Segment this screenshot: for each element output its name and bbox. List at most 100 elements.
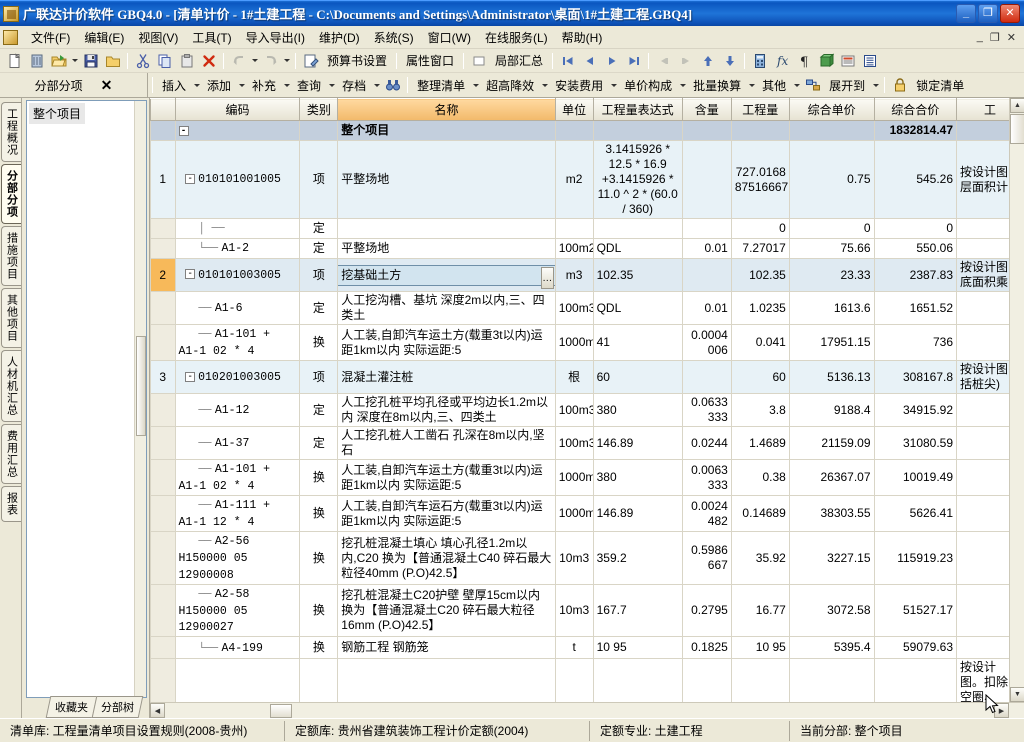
last-record-icon[interactable]	[623, 50, 644, 71]
table-row[interactable]: └── A4-199 换 钢筋工程 钢筋笼 t 10 95 0.1825 10 …	[150, 636, 1024, 660]
table-row[interactable]: 按设计图。扣除空圈、柱、梁及凹暖气积。不扣头、垫木、木砖、加固钢筋	[150, 658, 1024, 702]
installation-fee-dropdown-icon[interactable]	[609, 75, 618, 95]
project-tree[interactable]: 整个项目	[26, 100, 147, 698]
col-total-price[interactable]: 综合合价	[873, 98, 958, 121]
cell-name[interactable]: 平整场地	[337, 140, 556, 219]
next-record-icon[interactable]	[601, 50, 622, 71]
undo-icon[interactable]	[228, 50, 249, 71]
cell-name[interactable]: 挖孔桩混凝土C20护壁 壁厚15cm以内 换为【普通混凝土C20 碎石最大粒径1…	[337, 583, 556, 638]
prev-record-icon[interactable]	[579, 50, 600, 71]
add-button[interactable]: 添加	[202, 75, 236, 95]
tree-root-item[interactable]: 整个项目	[29, 103, 86, 124]
sidebar-item-measures[interactable]: 措施项目	[1, 226, 21, 286]
cell-name[interactable]: 人工挖沟槽、基坑 深度2m以内,三、四类土	[337, 291, 556, 325]
cell-name[interactable]: 人工装,自卸汽车运土方(载重3t以内)运距1km以内 实际运距:5	[337, 459, 556, 497]
delete-x-icon[interactable]	[198, 50, 219, 71]
cell-name[interactable]: 人工装,自卸汽车运土方(载重3t以内)运距1km以内 实际运距:5	[337, 323, 556, 362]
restore-button[interactable]: ❐	[978, 4, 998, 23]
sidebar-item-resources-summary[interactable]: 人材机汇总	[1, 350, 21, 422]
redo-icon[interactable]	[260, 50, 281, 71]
cell-code[interactable]: ── A1-37	[174, 426, 301, 461]
cell-expr[interactable]	[592, 218, 683, 239]
supplement-dropdown-icon[interactable]	[282, 75, 291, 95]
left-panel-scrollbar[interactable]	[134, 101, 146, 697]
cell-code[interactable]	[174, 658, 301, 702]
menu-tools[interactable]: 工具(T)	[185, 26, 238, 49]
menu-window[interactable]: 窗口(W)	[421, 26, 478, 49]
partial-summary-button[interactable]: 局部汇总	[490, 51, 548, 71]
other-button[interactable]: 其他	[757, 75, 791, 95]
cell-code[interactable]: -010201003005	[174, 360, 301, 395]
col-rowno[interactable]	[150, 98, 176, 121]
copy-icon[interactable]	[154, 50, 175, 71]
cell-code[interactable]: └── A4-199	[174, 636, 301, 660]
undo-dropdown-icon[interactable]	[250, 51, 259, 71]
cell-expr[interactable]: 146.89	[592, 495, 683, 533]
table-row[interactable]: - 整个项目 1832814.47	[150, 120, 1024, 141]
cell-code[interactable]: ── A1-101 + A1-1 02 * 4	[174, 323, 301, 362]
expand-to-button[interactable]: 展开到	[824, 75, 870, 95]
scroll-right-icon[interactable]: ▶	[994, 703, 1009, 718]
formula-icon[interactable]: fx	[771, 50, 792, 71]
sidebar-item-fee-summary[interactable]: 费用汇总	[1, 424, 21, 484]
indent-left-icon[interactable]	[653, 50, 674, 71]
indent-right-icon[interactable]	[675, 50, 696, 71]
cell-expr[interactable]	[592, 658, 683, 702]
cell-expr[interactable]: 3.1415926 * 12.5 * 16.9 +3.1415926 * 11.…	[592, 140, 683, 219]
mdi-restore-button[interactable]: ❐	[990, 31, 1000, 44]
cell-name[interactable]: 人工挖孔桩平均孔径或平均边长1.2m以内 深度在8m以内,三、四类土	[337, 393, 556, 428]
budget-settings-button[interactable]: 预算书设置	[322, 51, 392, 71]
budget-settings-icon[interactable]	[300, 50, 321, 71]
batch-convert-dropdown-icon[interactable]	[747, 75, 756, 95]
cell-name[interactable]: 平整场地	[337, 238, 556, 259]
col-code[interactable]: 编码	[174, 98, 301, 121]
cell-code[interactable]: │ ──	[174, 218, 301, 239]
col-name[interactable]: 名称	[337, 98, 556, 121]
cell-expr[interactable]: 146.89	[592, 426, 683, 461]
menu-help[interactable]: 帮助(H)	[555, 26, 610, 49]
menu-online-service[interactable]: 在线服务(L)	[478, 26, 555, 49]
cell-code[interactable]: ── A1-12	[174, 393, 301, 428]
col-expr[interactable]: 工程量表达式	[592, 98, 683, 121]
grid-vertical-scrollbar[interactable]: ▲ ▼	[1009, 98, 1024, 702]
menu-maintenance[interactable]: 维护(D)	[312, 26, 367, 49]
save-icon[interactable]	[80, 50, 101, 71]
mdi-close-button[interactable]: ✕	[1007, 31, 1016, 44]
paragraph-icon[interactable]: ¶	[793, 50, 814, 71]
menu-system[interactable]: 系统(S)	[367, 26, 421, 49]
cell-code[interactable]: ── A1-6	[174, 291, 301, 325]
archive-dropdown-icon[interactable]	[372, 75, 381, 95]
close-button[interactable]: ✕	[1000, 4, 1020, 23]
cell-code[interactable]: -010101003005	[174, 258, 301, 292]
cube-icon[interactable]	[815, 50, 836, 71]
cell-code[interactable]: ── A2-58 H150000 05 12900027	[174, 583, 301, 638]
name-editor[interactable]: 挖基础土方 …	[338, 264, 555, 289]
expander-icon[interactable]: -	[185, 371, 196, 382]
table-row[interactable]: ── A1-37 定 人工挖孔桩人工凿石 孔深在8m以内,坚石 100m3 14…	[150, 426, 1024, 461]
col-quantity[interactable]: 工程量	[730, 98, 790, 121]
cell-code[interactable]: -010101001005	[174, 140, 301, 219]
expand-to-dropdown-icon[interactable]	[871, 75, 880, 95]
cell-expr[interactable]: 380	[592, 459, 683, 497]
sidebar-item-other-items[interactable]: 其他项目	[1, 288, 21, 348]
new-file-icon[interactable]	[4, 50, 25, 71]
cell-code[interactable]: ── A2-56 H150000 05 12900008	[174, 531, 301, 585]
sidebar-item-reports[interactable]: 报表	[1, 486, 21, 522]
grid-horizontal-scrollbar[interactable]: ◀ ▶	[150, 702, 1024, 718]
property-window-button[interactable]: 属性窗口	[401, 51, 459, 71]
table-row[interactable]: ── A2-58 H150000 05 12900027 换 挖孔桩混凝土C20…	[150, 583, 1024, 638]
menu-view[interactable]: 视图(V)	[131, 26, 185, 49]
grid-hscroll-thumb[interactable]	[270, 704, 292, 718]
menu-file[interactable]: 文件(F)	[24, 26, 77, 49]
menu-import-export[interactable]: 导入导出(I)	[239, 26, 312, 49]
open-folder-icon[interactable]	[48, 50, 69, 71]
height-efficiency-dropdown-icon[interactable]	[540, 75, 549, 95]
menu-edit[interactable]: 编辑(E)	[77, 26, 131, 49]
expander-icon[interactable]: -	[185, 269, 196, 280]
installation-fee-button[interactable]: 安装费用	[550, 75, 608, 95]
archive-button[interactable]: 存档	[337, 75, 371, 95]
expand-tree-icon[interactable]	[802, 75, 823, 96]
cell-code[interactable]: ── A1-111 + A1-1 12 * 4	[174, 495, 301, 533]
move-up-icon[interactable]	[697, 50, 718, 71]
query-dropdown-icon[interactable]	[327, 75, 336, 95]
